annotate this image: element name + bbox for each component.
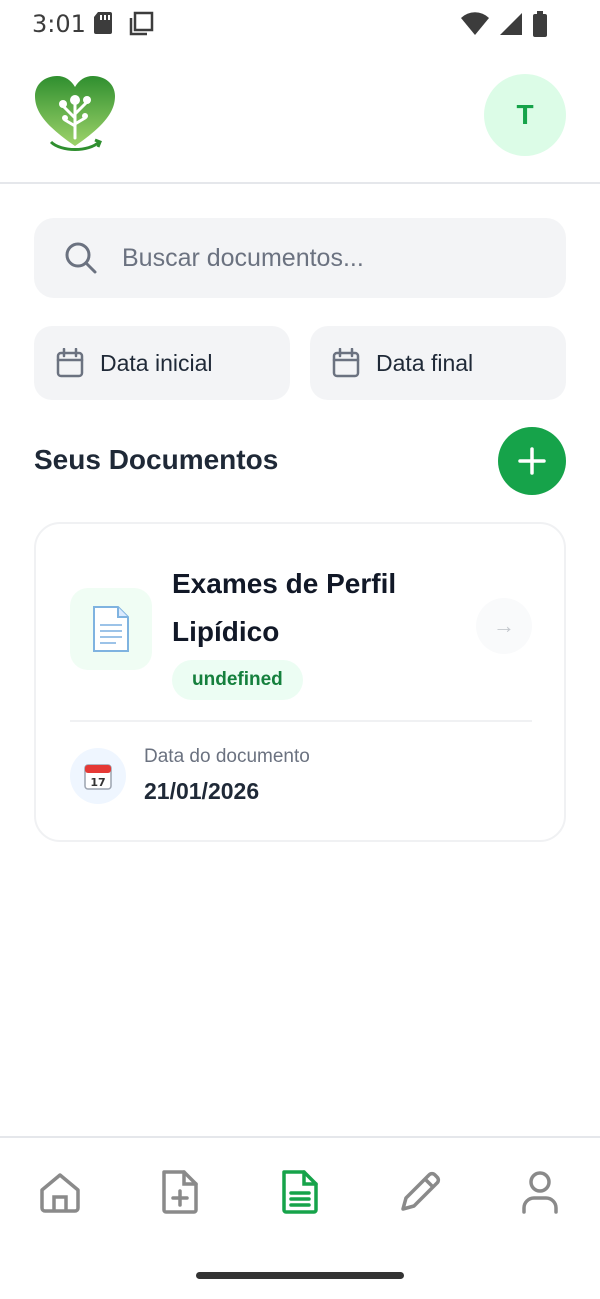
section-title: Seus Documentos [34, 444, 279, 475]
nav-edit[interactable] [396, 1168, 444, 1216]
document-title: Exames de Perfil Lipídico [172, 568, 397, 647]
end-date-label: Data final [376, 349, 474, 376]
document-category-badge: undefined [172, 660, 303, 700]
status-bar: 3:01 [0, 0, 600, 48]
wifi-icon [461, 12, 489, 35]
profile-icon [522, 1171, 558, 1214]
start-date-button[interactable]: Data inicial [34, 326, 290, 400]
user-avatar[interactable]: T [484, 74, 566, 156]
arrow-right-icon: → [493, 613, 515, 638]
plus-icon [518, 447, 546, 475]
search-icon [65, 242, 97, 274]
nav-profile[interactable] [516, 1168, 564, 1216]
documents-icon [282, 1170, 318, 1214]
end-date-button[interactable]: Data final [310, 326, 566, 400]
status-time: 3:01 [32, 10, 86, 38]
calendar-icon [332, 348, 360, 378]
add-document-icon [162, 1170, 198, 1214]
app-header: T [0, 48, 600, 184]
card-divider [70, 720, 532, 722]
document-date-value: 21/01/2026 [144, 778, 260, 804]
svg-text:17: 17 [90, 776, 105, 789]
signal-icon [500, 13, 522, 35]
nav-documents[interactable] [276, 1168, 324, 1216]
document-card[interactable]: Exames de Perfil Lipídico undefined → 17… [34, 522, 566, 842]
nav-home[interactable] [36, 1168, 84, 1216]
app-logo [33, 74, 117, 154]
home-icon [40, 1173, 80, 1213]
avatar-initial: T [516, 99, 534, 130]
calendar-date-icon: 17 [84, 764, 112, 790]
home-indicator[interactable] [196, 1272, 404, 1279]
nav-add-document[interactable] [156, 1168, 204, 1216]
date-icon-box: 17 [70, 748, 126, 804]
document-icon [93, 606, 129, 652]
open-document-button[interactable]: → [476, 598, 532, 654]
calendar-icon [56, 348, 84, 378]
search-bar[interactable] [34, 218, 566, 298]
edit-icon [401, 1171, 441, 1211]
document-date-label: Data do documento [144, 746, 310, 767]
battery-icon [533, 11, 547, 37]
add-document-button[interactable] [498, 427, 566, 495]
document-thumbnail [70, 588, 152, 670]
sd-card-icon [94, 12, 112, 34]
screenshot-icon [129, 11, 154, 36]
start-date-label: Data inicial [100, 349, 213, 376]
search-input[interactable] [122, 243, 522, 273]
